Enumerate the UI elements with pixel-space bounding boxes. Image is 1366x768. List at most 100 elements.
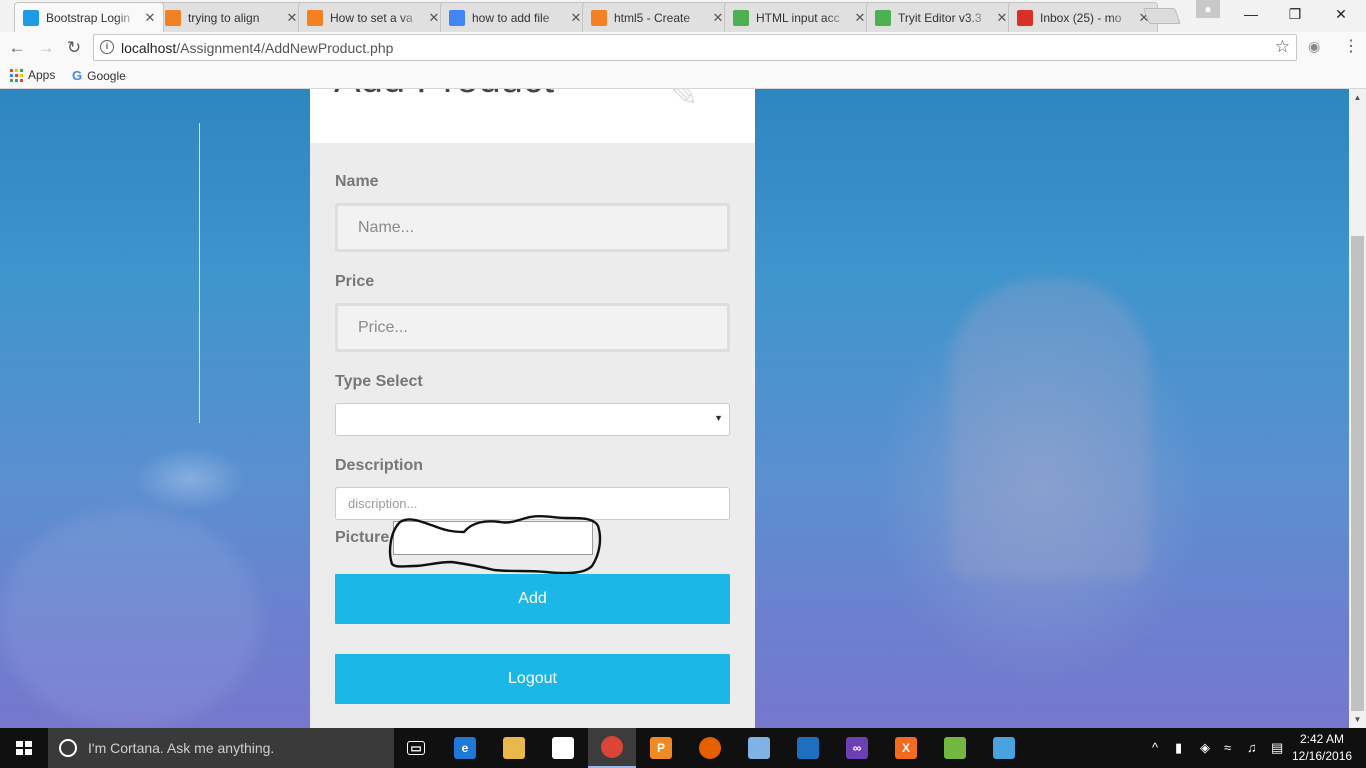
volume-icon[interactable]: ♫: [1247, 740, 1257, 755]
cortana-icon: [59, 739, 77, 757]
tab-title: Inbox (25) - mo: [1040, 10, 1122, 25]
store-icon: [552, 737, 574, 759]
reload-icon[interactable]: ↻: [62, 36, 86, 60]
taskbar-app-button[interactable]: X: [882, 728, 930, 768]
forward-icon[interactable]: →: [34, 36, 58, 60]
bookmark-star-icon[interactable]: ☆: [1275, 37, 1290, 57]
tab-title: html5 - Create: [614, 10, 691, 25]
browser-tab[interactable]: Bootstrap Login ✕: [14, 2, 164, 32]
cortana-search-box[interactable]: I'm Cortana. Ask me anything.: [48, 728, 394, 768]
vertical-scrollbar[interactable]: ▲ ▼: [1349, 89, 1366, 728]
menu-dots-icon[interactable]: ⋮: [1343, 36, 1359, 56]
dropdown-caret-icon: ▼: [714, 413, 723, 423]
price-input[interactable]: [335, 303, 730, 352]
browser-tab[interactable]: How to set a va ✕: [298, 2, 448, 32]
page-title: Add Product: [334, 89, 554, 102]
stackoverflow-favicon: [307, 9, 323, 26]
back-icon[interactable]: ←: [5, 36, 29, 60]
extension-icon[interactable]: ◉: [1308, 38, 1320, 55]
picture-file-input[interactable]: [393, 521, 593, 555]
pdf-app-icon: P: [650, 737, 672, 759]
taskbar-app-button[interactable]: [931, 728, 979, 768]
browser-tab[interactable]: trying to align ✕: [156, 2, 306, 32]
chrome-icon: [601, 736, 623, 758]
clock-time: 2:42 AM: [1299, 732, 1345, 746]
file-explorer-icon: [503, 737, 525, 759]
taskbar-app-button[interactable]: [735, 728, 783, 768]
url-text[interactable]: localhost/Assignment4/AddNewProduct.php: [121, 40, 393, 56]
paint-icon: [993, 737, 1015, 759]
address-bar[interactable]: i localhost/Assignment4/AddNewProduct.ph…: [93, 34, 1297, 61]
browser-tab[interactable]: how to add file ✕: [440, 2, 590, 32]
stackoverflow-favicon: [165, 9, 181, 26]
background-line: [199, 123, 200, 423]
w3schools-favicon: [733, 9, 749, 26]
tab-strip: Bootstrap Login ✕ trying to align ✕ How to s…: [0, 0, 1366, 32]
bookmarks-bar: Apps G Google: [0, 64, 1366, 89]
bookmark-apps[interactable]: Apps: [10, 68, 55, 82]
tab-title: Tryit Editor v3.3: [898, 10, 982, 25]
taskbar-app-button[interactable]: [539, 728, 587, 768]
type-select[interactable]: ▼: [335, 403, 730, 436]
apps-grid-icon: [10, 68, 23, 82]
tab-title: How to set a va: [330, 10, 413, 25]
notifications-icon[interactable]: ▤: [1271, 740, 1283, 756]
name-input[interactable]: [335, 203, 730, 252]
tab-close-icon[interactable]: ✕: [427, 10, 441, 26]
bookmark-google-label: Google: [87, 68, 126, 83]
system-clock[interactable]: 2:42 AM 12/16/2016: [1292, 731, 1352, 765]
battery-icon[interactable]: ▮: [1175, 740, 1182, 756]
scroll-down-icon[interactable]: ▼: [1349, 711, 1366, 728]
taskbar-app-button[interactable]: P: [637, 728, 685, 768]
scroll-up-icon[interactable]: ▲: [1349, 89, 1366, 106]
cortana-search-text: I'm Cortana. Ask me anything.: [88, 740, 275, 756]
firefox-icon: [699, 737, 721, 759]
tab-close-icon[interactable]: ✕: [143, 10, 157, 26]
type-select-label: Type Select: [335, 373, 423, 390]
description-input[interactable]: [335, 487, 730, 520]
tab-close-icon[interactable]: ✕: [285, 10, 299, 26]
add-button[interactable]: Add: [335, 574, 730, 624]
form-header: Add Product ✎: [310, 89, 755, 143]
taskbar-app-button[interactable]: e: [441, 728, 489, 768]
minimize-icon[interactable]: —: [1228, 0, 1274, 28]
background-blur-shape: [950, 279, 1150, 579]
taskbar-app-button[interactable]: [588, 728, 636, 768]
new-tab-button[interactable]: [1143, 8, 1181, 24]
tab-close-icon[interactable]: ✕: [711, 10, 725, 26]
description-label: Description: [335, 457, 424, 474]
url-host: localhost: [121, 40, 177, 56]
browser-tab[interactable]: Tryit Editor v3.3 ✕: [866, 2, 1016, 32]
close-window-icon[interactable]: ✕: [1318, 0, 1364, 28]
tray-chevron-icon[interactable]: ^: [1152, 740, 1158, 755]
tab-close-icon[interactable]: ✕: [853, 10, 867, 26]
add-product-form: Add Product ✎ Name Price Type Select ▼ D…: [310, 89, 755, 728]
profile-icon[interactable]: ●: [1196, 0, 1220, 18]
browser-tab[interactable]: HTML input acc ✕: [724, 2, 874, 32]
taskbar-app-button[interactable]: ▭: [392, 728, 440, 768]
stackoverflow-favicon: [591, 9, 607, 26]
taskbar-app-button[interactable]: [490, 728, 538, 768]
start-button[interactable]: [0, 728, 48, 768]
info-icon[interactable]: i: [100, 40, 114, 54]
taskbar-app-button[interactable]: [980, 728, 1028, 768]
scrollbar-thumb[interactable]: [1351, 236, 1364, 711]
tab-close-icon[interactable]: ✕: [569, 10, 583, 26]
tab-close-icon[interactable]: ✕: [995, 10, 1009, 26]
browser-tab[interactable]: Inbox (25) - mo ✕: [1008, 2, 1158, 32]
network-app-icon[interactable]: ◈: [1200, 740, 1210, 756]
taskbar-app-button[interactable]: ∞: [833, 728, 881, 768]
bookmark-google[interactable]: G Google: [72, 68, 126, 83]
tab-title: HTML input acc: [756, 10, 840, 25]
wifi-icon[interactable]: ≈: [1224, 740, 1231, 755]
notepad-plus-icon: [944, 737, 966, 759]
logout-button[interactable]: Logout: [335, 654, 730, 704]
taskbar-app-button[interactable]: [686, 728, 734, 768]
browser-tab[interactable]: html5 - Create ✕: [582, 2, 732, 32]
google-favicon: [449, 9, 465, 26]
taskbar-app-button[interactable]: [784, 728, 832, 768]
visual-studio-icon: ∞: [846, 737, 868, 759]
restore-icon[interactable]: ❐: [1272, 0, 1318, 28]
pencil-icon: ✎: [670, 89, 699, 114]
xampp-icon: X: [895, 737, 917, 759]
